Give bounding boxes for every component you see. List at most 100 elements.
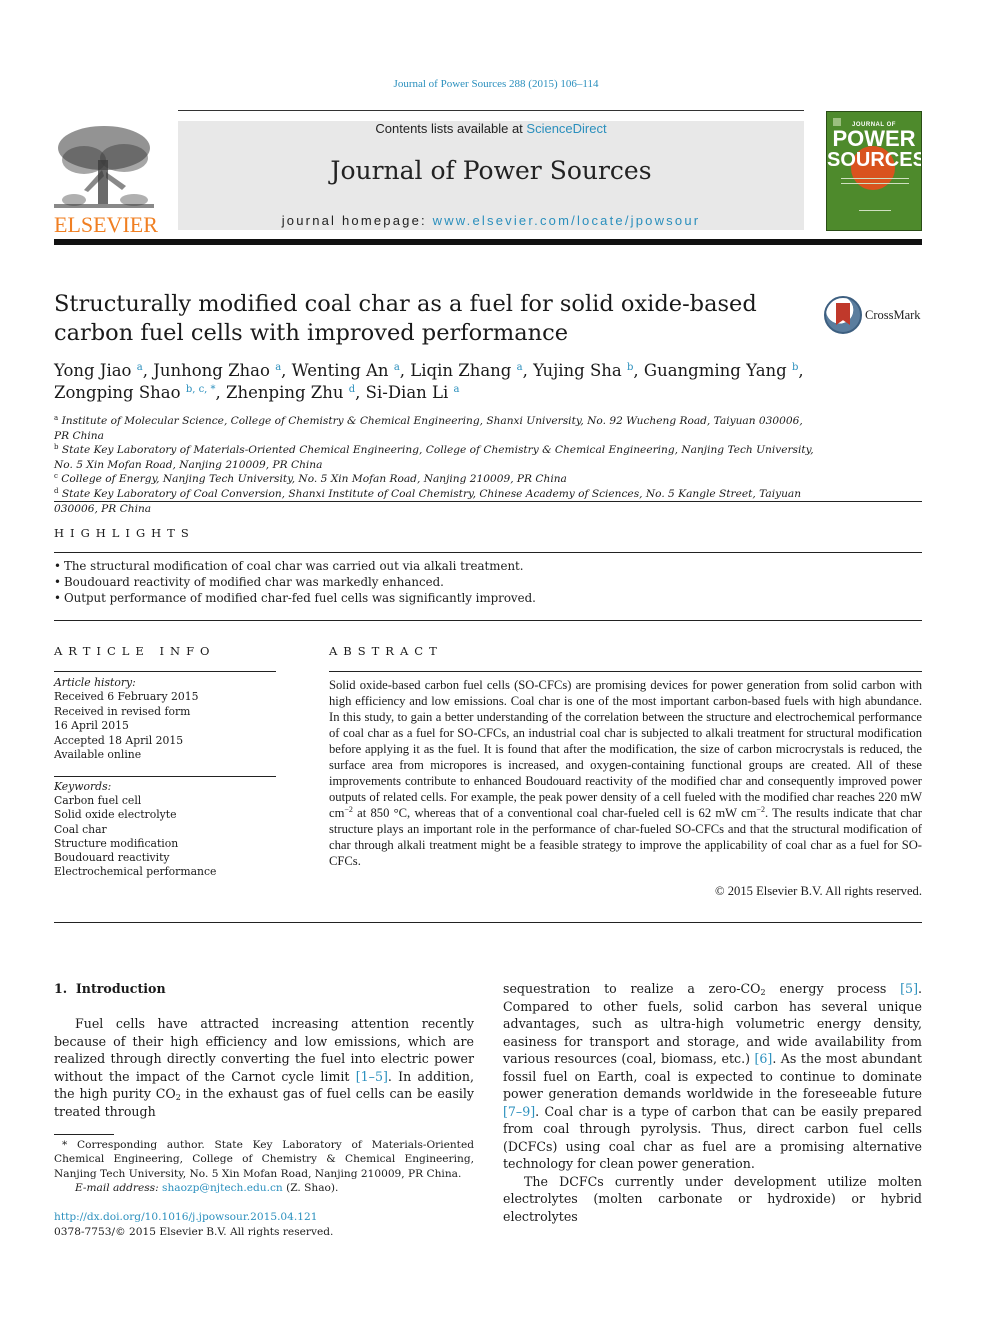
author-affiliation-link[interactable]: a [394,362,400,373]
author-name[interactable]: Yong Jiao [54,361,132,380]
author-affiliation-link[interactable]: a [275,362,281,373]
divider [54,552,922,553]
author-list: Yong Jiao a, Junhong Zhao a, Wenting An … [54,361,804,402]
body-text: sequestration to realize a zero-CO [503,981,761,996]
author-name[interactable]: Junhong Zhao [153,361,270,380]
journal-homepage-line: journal homepage: www.elsevier.com/locat… [178,213,804,228]
affiliation-item: b State Key Laboratory of Materials-Orie… [54,443,814,472]
email-line: E-mail address: shaozp@njtech.edu.cn (Z.… [54,1181,474,1195]
abstract-text: Solid oxide-based carbon fuel cells (SO-… [329,677,922,869]
author-name[interactable]: Guangming Yang [644,361,787,380]
author-affiliation-link[interactable]: d [349,384,355,395]
highlights-heading: HIGHLIGHTS [54,526,195,540]
contents-line: Contents lists available at ScienceDirec… [178,121,804,136]
highlights-list: The structural modification of coal char… [54,558,914,606]
affiliation-key: a [54,414,59,422]
crossmark-badge[interactable]: CrossMark [824,296,924,334]
cover-line-3: SOURCES [827,149,922,171]
footnote-rule [54,1134,114,1135]
author-name[interactable]: Wenting An [292,361,389,380]
email-label: E-mail address: [75,1182,163,1194]
intro-paragraph: The DCFCs currently under development ut… [503,1173,922,1224]
issn-copyright: 0378-7753/© 2015 Elsevier B.V. All right… [54,1226,334,1238]
intro-column-right: sequestration to realize a zero-CO2 ener… [503,980,922,1225]
body-text: energy process [765,981,901,996]
masthead-top-rule [178,110,804,111]
crossmark-label: CrossMark [865,308,921,322]
intro-paragraph-left: Fuel cells have attracted increasing att… [54,1015,474,1120]
cover-subtitle-lines [841,178,909,184]
affiliation-key: b [54,443,59,452]
keyword-item[interactable]: Electrochemical performance [54,865,284,879]
abstract-part: at 850 °C, whereas that of a conventiona… [352,806,757,820]
abstract-part: Solid oxide-based carbon fuel cells (SO-… [329,678,922,820]
keyword-item[interactable]: Solid oxide electrolyte [54,808,284,822]
author-name[interactable]: Zhenping Zhu [226,383,343,402]
affiliation-text: State Key Laboratory of Materials-Orient… [54,444,814,471]
divider [54,922,922,923]
homepage-link[interactable]: www.elsevier.com/locate/jpowsour [433,213,701,228]
cover-editor-lines [859,210,891,214]
unit-exponent: −2 [344,805,353,814]
history-item: Accepted 18 April 2015 [54,733,184,747]
author-name[interactable]: Zongping Shao [54,383,181,402]
citation-link[interactable]: [6] [754,1051,772,1066]
divider [54,671,276,672]
corresponding-author-note: * Corresponding author. State Key Labora… [54,1139,474,1180]
keyword-item[interactable]: Carbon fuel cell [54,794,284,808]
affiliation-text: Institute of Molecular Science, College … [54,415,803,442]
highlight-item: The structural modification of coal char… [54,558,914,574]
highlight-item: Boudouard reactivity of modified char wa… [54,574,914,590]
affiliation-text: College of Energy, Nanjing Tech Universi… [61,473,567,486]
author-affiliation-link[interactable]: b [627,362,633,373]
author-name[interactable]: Si-Dian Li [366,383,449,402]
affiliation-item: a Institute of Molecular Science, Colleg… [54,414,814,443]
author-name[interactable]: Liqin Zhang [410,361,511,380]
affiliation-item: c College of Energy, Nanjing Tech Univer… [54,472,814,487]
running-head[interactable]: Journal of Power Sources 288 (2015) 106–… [0,78,992,90]
author-affiliation-link[interactable]: a [454,384,460,395]
affiliation-key: c [54,472,58,481]
citation-link[interactable]: [1–5] [356,1069,388,1084]
doi-link[interactable]: http://dx.doi.org/10.1016/j.jpowsour.201… [54,1211,318,1223]
article-history: Article history: Received 6 February 201… [54,676,284,762]
author-affiliation-link[interactable]: b, c, * [186,384,216,395]
author-affiliation-link[interactable]: a [517,362,523,373]
abstract-copyright: © 2015 Elsevier B.V. All rights reserved… [715,884,922,898]
cover-line-2: POWER [832,126,916,151]
abstract-heading: ABSTRACT [329,644,443,658]
author-name[interactable]: Yujing Sha [533,361,622,380]
email-suffix: (Z. Shao). [282,1182,339,1194]
intro-paragraph-continued: sequestration to realize a zero-CO2 ener… [503,980,922,1173]
history-item: Received in revised form [54,704,191,718]
history-item: 16 April 2015 [54,719,129,733]
divider [54,501,922,502]
divider [54,620,922,621]
citation-link[interactable]: [5] [900,981,918,996]
section-heading-introduction: 1. Introduction [54,981,166,996]
divider [54,776,276,777]
elsevier-wordmark[interactable]: ELSEVIER [54,212,158,238]
journal-cover-thumbnail[interactable]: JOURNAL OF POWER SOURCES [826,111,922,231]
divider [329,671,922,672]
history-label: Article history: [54,676,136,689]
author-affiliation-link[interactable]: b [792,362,798,373]
keyword-item[interactable]: Boudouard reactivity [54,851,284,865]
history-item: Received 6 February 2015 [54,690,199,704]
email-link[interactable]: shaozp@njtech.edu.cn [162,1182,283,1194]
unit-exponent: −2 [756,805,765,814]
author-affiliation-link[interactable]: a [137,362,143,373]
keyword-item[interactable]: Coal char [54,823,284,837]
sciencedirect-link[interactable]: ScienceDirect [526,121,606,136]
highlight-item: Output performance of modified char-fed … [54,590,914,606]
body-text: . Coal char is a type of carbon that can… [503,1103,922,1172]
contents-prefix: Contents lists available at [375,121,527,136]
journal-title: Journal of Power Sources [330,156,652,185]
keyword-item[interactable]: Structure modification [54,837,284,851]
history-item: Available online [54,748,142,762]
citation-link[interactable]: [7–9] [503,1104,535,1119]
masthead-thick-rule [54,239,922,245]
keywords: Keywords: Carbon fuel cell Solid oxide e… [54,780,284,879]
homepage-prefix: journal homepage: [281,213,433,228]
article-title: Structurally modified coal char as a fue… [54,291,757,346]
